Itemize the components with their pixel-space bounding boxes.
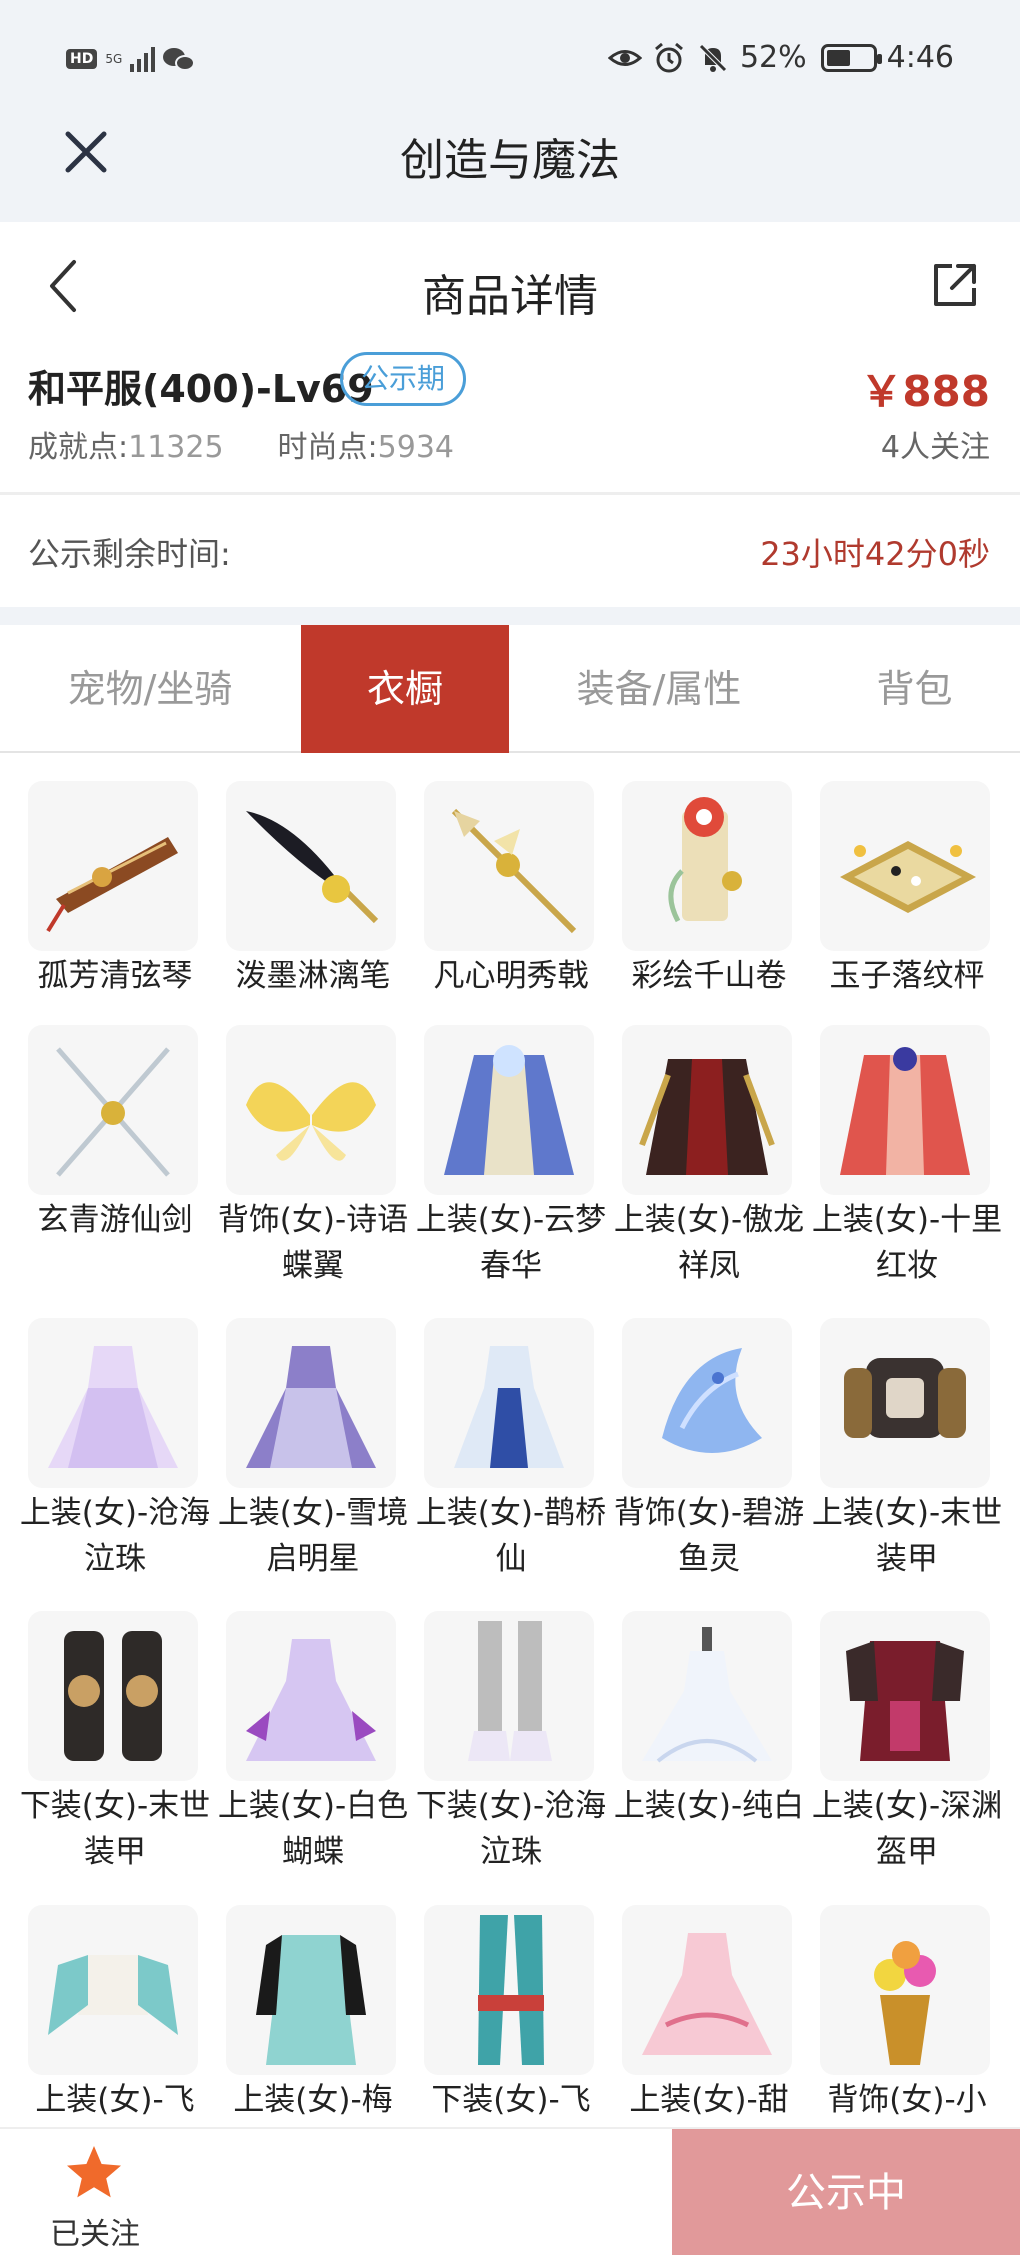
item-name: 上装(女)-白色蝴蝶 [217, 1788, 409, 1870]
battery-icon [820, 43, 882, 72]
battery-level-fill [826, 49, 850, 66]
brush-icon [226, 781, 396, 951]
alarm-icon [654, 42, 683, 72]
item-name: 上装(女)-末世装甲 [811, 1495, 1003, 1577]
fashion-value: 5934 [377, 430, 455, 465]
achievement-stat: 成就点:11325 [28, 422, 224, 466]
top-area: HD 5G 52% 4:46 创造与魔法 [0, 0, 1020, 222]
product-info: 和平服(400)-Lv69 公示期 ￥888 成就点:11325 时尚点:593… [0, 352, 1020, 492]
product-name: 和平服(400)-Lv69 [28, 367, 374, 411]
countdown-label: 公示剩余时间: [28, 535, 231, 573]
hd-icon: HD [66, 49, 98, 69]
status-right: 52% 4:46 [607, 40, 954, 75]
network-type: 5G [105, 52, 123, 66]
battery-percent: 52% [739, 40, 807, 75]
robe-red-icon [820, 1025, 990, 1195]
top-teal-icon [28, 1905, 198, 2075]
tab-pets-mounts[interactable]: 宠物/坐骑 [0, 625, 300, 753]
item-name: 凡心明秀戟 [433, 958, 589, 994]
dress-butterfly-icon [226, 1611, 396, 1781]
scroll-icon [622, 781, 792, 951]
share-icon[interactable] [930, 260, 980, 310]
item-name: 泼墨淋漓笔 [235, 958, 391, 994]
instrument-icon [28, 781, 198, 951]
wardrobe-grid: 孤芳清弦琴 泼墨淋漓笔 凡心明秀戟 彩绘千山卷 玉子落纹枰玄青游仙剑 背饰(女)-诗语蝶翼… [0, 755, 1020, 2127]
follower-count: 4人关注 [880, 430, 990, 465]
follow-label: 已关注 [50, 2217, 140, 2252]
item-name: 上装(女)-飞 [35, 2082, 195, 2118]
dress-lilac-icon [28, 1318, 198, 1488]
signal-icon [130, 46, 156, 72]
price: ￥888 [860, 367, 990, 416]
follow-button[interactable]: 已关注 [0, 2129, 190, 2255]
countdown-row: 公示剩余时间: 23小时42分0秒 [0, 495, 1020, 607]
dress-purple-icon [226, 1318, 396, 1488]
status-bar: HD 5G 52% 4:46 [0, 0, 1020, 124]
item-name: 下装(女)-沧海泣珠 [415, 1788, 607, 1870]
fashion-stat: 时尚点:5934 [278, 422, 454, 466]
item-name: 背饰(女)-诗语蝶翼 [217, 1202, 409, 1284]
dress-white-icon [622, 1611, 792, 1781]
mute-bell-icon [699, 43, 727, 72]
item-name: 上装(女)-纯白 [613, 1788, 805, 1824]
page-title: 商品详情 [422, 271, 598, 322]
fashion-label: 时尚点: [277, 430, 378, 465]
item-name: 背饰(女)-小 [827, 2082, 987, 2118]
boots-icon [424, 1611, 594, 1781]
app-header: 创造与魔法 [0, 110, 1020, 222]
item-name: 上装(女)-雪境启明星 [217, 1495, 409, 1577]
item-name: 上装(女)-深渊盔甲 [811, 1788, 1003, 1870]
clock: 4:46 [886, 40, 954, 75]
armor-pants-icon [28, 1611, 198, 1781]
bottom-bar: 已关注 公示中 [0, 2127, 1020, 2255]
item-name: 彩绘千山卷 [631, 958, 787, 994]
go-board-icon [820, 781, 990, 951]
halberd-icon [424, 781, 594, 951]
tab-equipment-attributes[interactable]: 装备/属性 [509, 625, 809, 753]
product-stats: 成就点:11325 时尚点:5934 [28, 422, 454, 466]
water-fish-icon [622, 1318, 792, 1488]
countdown-value: 23小时42分0秒 [760, 535, 990, 573]
dress-blue-icon [424, 1318, 594, 1488]
armor-top-icon [820, 1318, 990, 1488]
status-left: HD 5G [66, 46, 197, 72]
item-name: 背饰(女)-碧游鱼灵 [613, 1495, 805, 1577]
wechat-icon [163, 46, 197, 72]
twin-swords-icon [28, 1025, 198, 1195]
app-title: 创造与魔法 [400, 135, 620, 186]
item-name: 上装(女)-云梦春华 [415, 1202, 607, 1284]
item-name: 玉子落纹枰 [829, 958, 985, 994]
eye-icon [607, 49, 642, 66]
section-gap [0, 607, 1020, 625]
dress-pink-icon [622, 1905, 792, 2075]
achievement-value: 11325 [128, 430, 224, 465]
item-name: 上装(女)-沧海泣珠 [19, 1495, 211, 1577]
item-name: 下装(女)-末世装甲 [19, 1788, 211, 1870]
coat-mint-icon [226, 1905, 396, 2075]
item-name: 上装(女)-鹊桥仙 [415, 1495, 607, 1577]
item-name: 上装(女)-傲龙祥凤 [613, 1202, 805, 1284]
item-name: 上装(女)-梅 [233, 2082, 393, 2118]
robe-blue-icon [424, 1025, 594, 1195]
tab-backpack[interactable]: 背包 [809, 625, 1020, 753]
item-name: 上装(女)-甜 [629, 2082, 789, 2118]
status-badge: 公示期 [340, 352, 467, 406]
public-notice-button[interactable]: 公示中 [672, 2129, 1020, 2255]
pants-teal-icon [424, 1905, 594, 2075]
item-name: 孤芳清弦琴 [37, 958, 193, 994]
flower-basket-icon [820, 1905, 990, 2075]
butterfly-wings-icon [226, 1025, 396, 1195]
tab-wardrobe[interactable]: 衣橱 [301, 625, 509, 753]
tab-bar: 宠物/坐骑 衣橱 装备/属性 背包 [0, 625, 1020, 753]
robe-dark-icon [622, 1025, 792, 1195]
item-name: 上装(女)-十里红妆 [811, 1202, 1003, 1284]
star-icon [67, 2146, 121, 2198]
item-name: 下装(女)-飞 [431, 2082, 591, 2118]
page-nav: 商品详情 [0, 222, 1020, 352]
item-name: 玄青游仙剑 [37, 1202, 193, 1238]
achievement-label: 成就点: [28, 430, 129, 465]
armor-crimson-icon [820, 1611, 990, 1781]
